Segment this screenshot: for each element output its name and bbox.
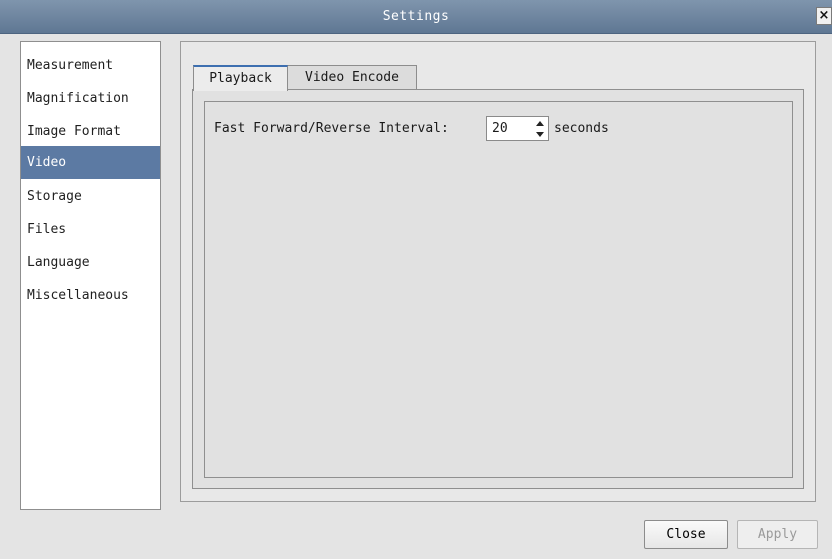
arrow-down-icon[interactable] [533,129,547,139]
close-icon[interactable]: × [816,7,832,25]
sidebar-item-storage[interactable]: Storage [21,180,160,213]
tab-video-encode[interactable]: Video Encode [287,65,417,90]
interval-input[interactable] [487,117,536,140]
interval-units: seconds [554,121,609,136]
title-bar: Settings × [0,0,832,34]
sidebar-item-magnification[interactable]: Magnification [21,82,160,115]
settings-category-list: Measurement Magnification Image Format V… [20,41,161,510]
playback-options-group [204,101,793,478]
sidebar-item-measurement[interactable]: Measurement [21,49,160,82]
interval-spin-arrows [533,118,547,139]
sidebar-item-image-format[interactable]: Image Format [21,115,160,148]
close-button[interactable]: Close [644,520,728,549]
interval-spinbox[interactable] [486,116,549,141]
apply-button[interactable]: Apply [737,520,818,549]
tab-playback[interactable]: Playback [193,65,288,91]
sidebar-item-language[interactable]: Language [21,246,160,279]
interval-label: Fast Forward/Reverse Interval: [214,121,449,136]
window-title: Settings [382,9,450,24]
sidebar-item-miscellaneous[interactable]: Miscellaneous [21,279,160,312]
sidebar-item-files[interactable]: Files [21,213,160,246]
sidebar-item-video[interactable]: Video [21,146,160,179]
arrow-up-icon[interactable] [533,118,547,128]
